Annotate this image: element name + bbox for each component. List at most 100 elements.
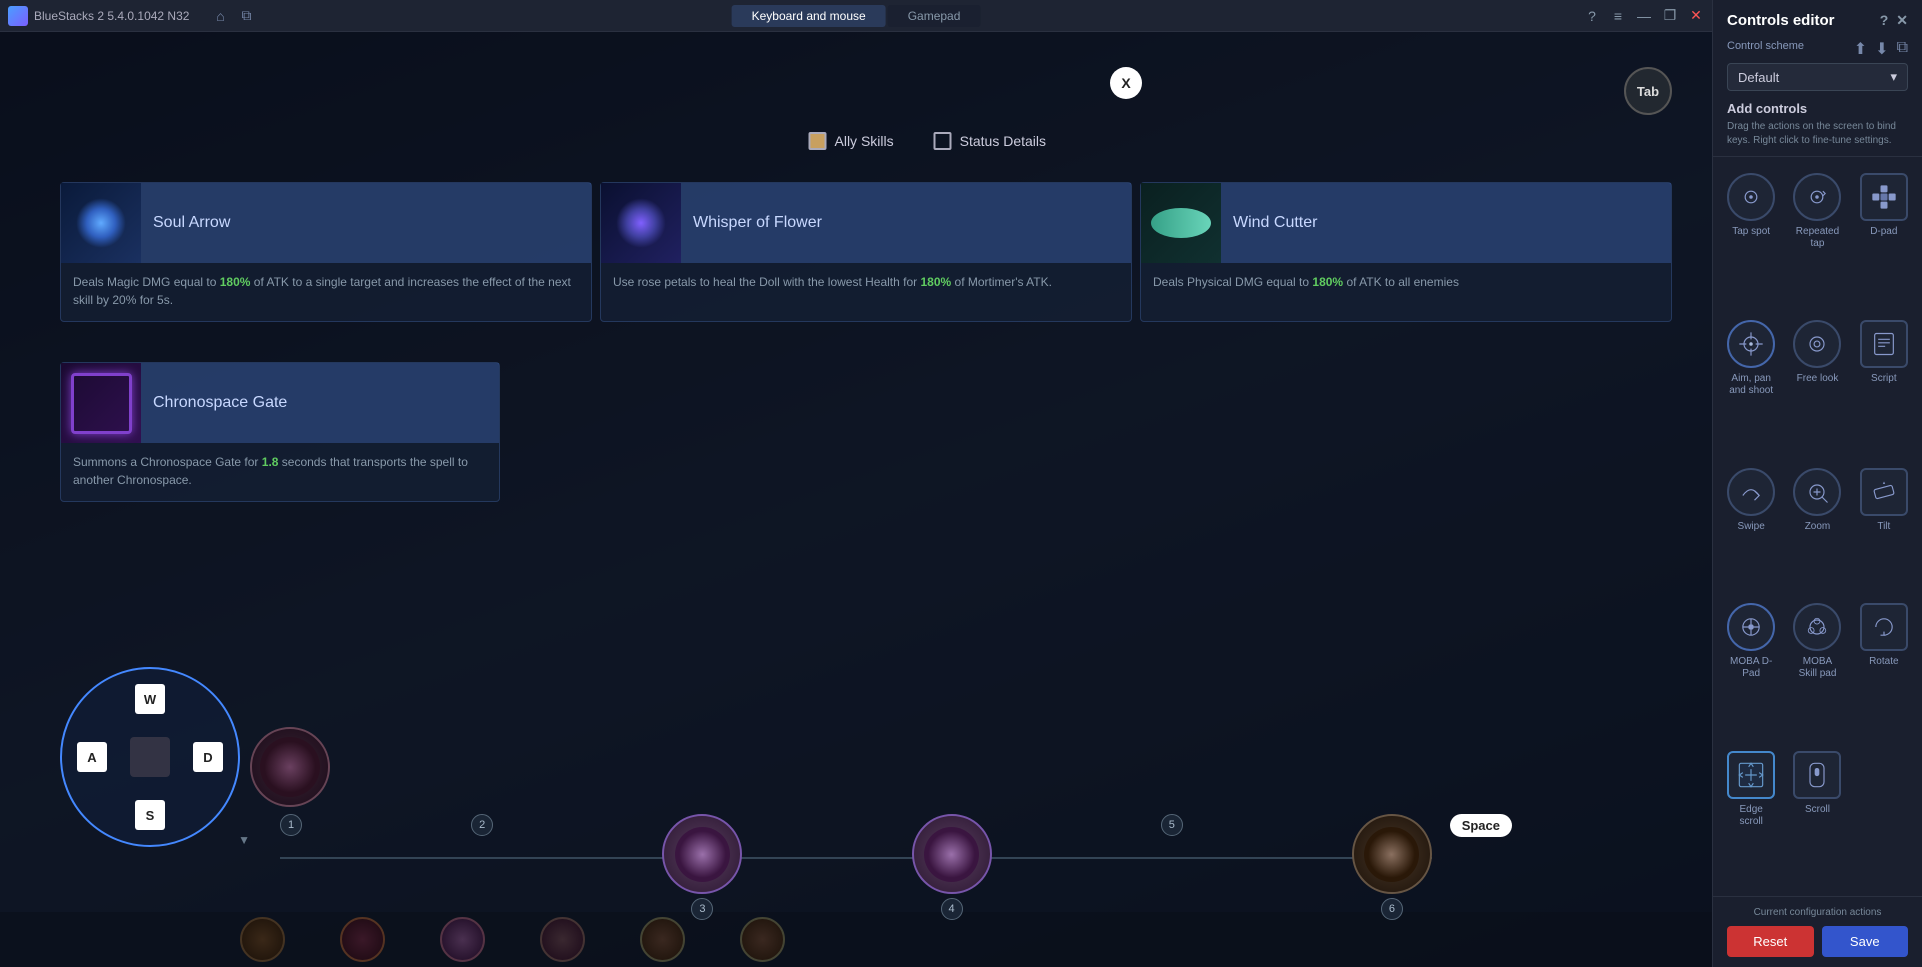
menu-btn[interactable]: ≡	[1610, 8, 1626, 24]
dpad-key-up[interactable]: W	[135, 684, 165, 714]
char-num-6: 6	[1381, 898, 1403, 920]
swipe-icon-wrap	[1727, 468, 1775, 516]
char-slot-3: 3	[662, 814, 742, 920]
skill-header-wind-cutter: Wind Cutter	[1141, 183, 1671, 263]
aim-pan-shoot-icon-wrap	[1727, 320, 1775, 368]
reset-button[interactable]: Reset	[1727, 926, 1814, 957]
dpad-icon-wrap	[1860, 173, 1908, 221]
tap-spot-icon	[1737, 183, 1765, 211]
char-slot-5: 5	[1161, 814, 1183, 920]
controls-grid: Tap spot Repeated tap	[1713, 157, 1922, 896]
scheme-dropdown[interactable]: Default ▾	[1727, 63, 1908, 91]
skill-desc-chrono: Summons a Chronospace Gate for 1.8 secon…	[61, 443, 499, 499]
skill-desc-wind-cutter: Deals Physical DMG equal to 180% of ATK …	[1141, 263, 1671, 301]
save-button[interactable]: Save	[1822, 926, 1909, 957]
home-icon[interactable]: ⌂	[211, 7, 229, 25]
sidebar-help-icon[interactable]: ?	[1880, 12, 1889, 29]
skill-header-whisper: Whisper of Flower	[601, 183, 1131, 263]
maximize-btn[interactable]: ❐	[1662, 8, 1678, 24]
control-swipe[interactable]: Swipe	[1723, 464, 1779, 589]
tap-spot-icon-wrap	[1727, 173, 1775, 221]
small-avatar-1	[240, 917, 285, 962]
control-tilt[interactable]: Tilt	[1856, 464, 1912, 589]
small-chars-row	[0, 912, 1712, 967]
control-edge-scroll[interactable]: Edge scroll	[1723, 747, 1779, 884]
help-btn[interactable]: ?	[1584, 8, 1600, 24]
chevron-down-icon: ▾	[1890, 69, 1897, 85]
rotate-icon-wrap	[1860, 603, 1908, 651]
ally-checkbox-box[interactable]	[809, 132, 827, 150]
tab-gamepad[interactable]: Gamepad	[888, 5, 981, 27]
control-moba-skill-pad[interactable]: MOBA Skill pad	[1789, 599, 1845, 736]
aim-pan-shoot-label: Aim, pan and shoot	[1727, 373, 1775, 397]
control-aim-pan-shoot[interactable]: Aim, pan and shoot	[1723, 316, 1779, 453]
skill-icon-chrono	[61, 363, 141, 443]
status-details-checkbox[interactable]: Status Details	[934, 132, 1046, 150]
control-zoom[interactable]: Zoom	[1789, 464, 1845, 589]
char-slot-6: 6	[1352, 814, 1432, 920]
control-rotate[interactable]: Rotate	[1856, 599, 1912, 736]
dpad-key-down[interactable]: S	[135, 800, 165, 830]
ally-skills-label: Ally Skills	[835, 133, 894, 149]
chrono-highlight-1: 1.8	[262, 455, 279, 469]
char-avatar-3	[662, 814, 742, 894]
control-scroll[interactable]: Scroll	[1789, 747, 1845, 884]
scheme-import-icon[interactable]: ⬆	[1854, 39, 1867, 59]
logo-icon	[8, 6, 28, 26]
dpad-overlay[interactable]: W S A D ▼	[60, 667, 240, 847]
aim-pan-shoot-icon	[1737, 330, 1765, 358]
multi-window-icon[interactable]: ⧉	[237, 7, 255, 25]
control-scheme-label: Control scheme	[1727, 40, 1804, 52]
edge-scroll-icon	[1737, 761, 1765, 789]
tab-key-button[interactable]: Tab	[1624, 67, 1672, 115]
sidebar-header: Controls editor ? ✕ Control scheme ⬆ ⬇ ⧉…	[1713, 0, 1922, 157]
skill-header-soul-arrow: Soul Arrow	[61, 183, 591, 263]
control-repeated-tap[interactable]: Repeated tap	[1789, 169, 1845, 306]
ally-skills-checkbox[interactable]: Ally Skills	[809, 132, 894, 150]
tab-keyboard-mouse[interactable]: Keyboard and mouse	[732, 5, 886, 27]
moba-skill-pad-icon	[1803, 613, 1831, 641]
zoom-icon	[1803, 478, 1831, 506]
dpad-key-left[interactable]: A	[77, 742, 107, 772]
tap-spot-label: Tap spot	[1732, 226, 1770, 238]
swipe-icon	[1737, 478, 1765, 506]
close-btn[interactable]: ✕	[1688, 8, 1704, 24]
moba-skill-pad-label: MOBA Skill pad	[1793, 656, 1841, 680]
char-bar-container: 1 2 3 4 5	[0, 827, 1712, 907]
sidebar-action-buttons: Reset Save	[1727, 926, 1908, 957]
x-button[interactable]: X	[1110, 67, 1142, 99]
zoom-label: Zoom	[1805, 521, 1831, 533]
repeated-tap-icon	[1803, 183, 1831, 211]
minimize-btn[interactable]: —	[1636, 8, 1652, 24]
sidebar-title-text: Controls editor	[1727, 12, 1835, 29]
dpad-key-right[interactable]: D	[193, 742, 223, 772]
skill-card-whisper: Whisper of Flower Use rose petals to hea…	[600, 182, 1132, 322]
edge-scroll-icon-wrap	[1727, 751, 1775, 799]
skills-row-1: Soul Arrow Deals Magic DMG equal to 180%…	[60, 182, 1672, 322]
skill-icon-wind-cutter	[1141, 183, 1221, 263]
small-avatar-5	[640, 917, 685, 962]
skill-title-soul-arrow: Soul Arrow	[153, 214, 230, 232]
tilt-label: Tilt	[1877, 521, 1890, 533]
edge-scroll-label: Edge scroll	[1727, 804, 1775, 828]
char-num-1: 1	[280, 814, 302, 836]
control-moba-dpad[interactable]: MOBA D-Pad	[1723, 599, 1779, 736]
dpad-circle: W S A D	[60, 667, 240, 847]
control-free-look[interactable]: Free look	[1789, 316, 1845, 453]
sidebar-title-icons: ? ✕	[1880, 12, 1908, 29]
skill-title-wind-cutter: Wind Cutter	[1233, 214, 1317, 232]
small-avatar-2	[340, 917, 385, 962]
skill-title-bar-soul-arrow: Soul Arrow	[141, 183, 591, 263]
control-dpad[interactable]: D-pad	[1856, 169, 1912, 306]
skill-desc-whisper: Use rose petals to heal the Doll with th…	[601, 263, 1131, 301]
scheme-copy-icon[interactable]: ⧉	[1897, 39, 1908, 59]
control-tap-spot[interactable]: Tap spot	[1723, 169, 1779, 306]
zoom-icon-wrap	[1793, 468, 1841, 516]
control-script[interactable]: Script	[1856, 316, 1912, 453]
skill-title-bar-whisper: Whisper of Flower	[681, 183, 1131, 263]
char-num-4: 4	[941, 898, 963, 920]
sidebar-close-icon[interactable]: ✕	[1896, 12, 1908, 29]
scheme-value: Default	[1738, 70, 1779, 85]
scheme-export-icon[interactable]: ⬇	[1875, 39, 1888, 59]
status-checkbox-box[interactable]	[934, 132, 952, 150]
